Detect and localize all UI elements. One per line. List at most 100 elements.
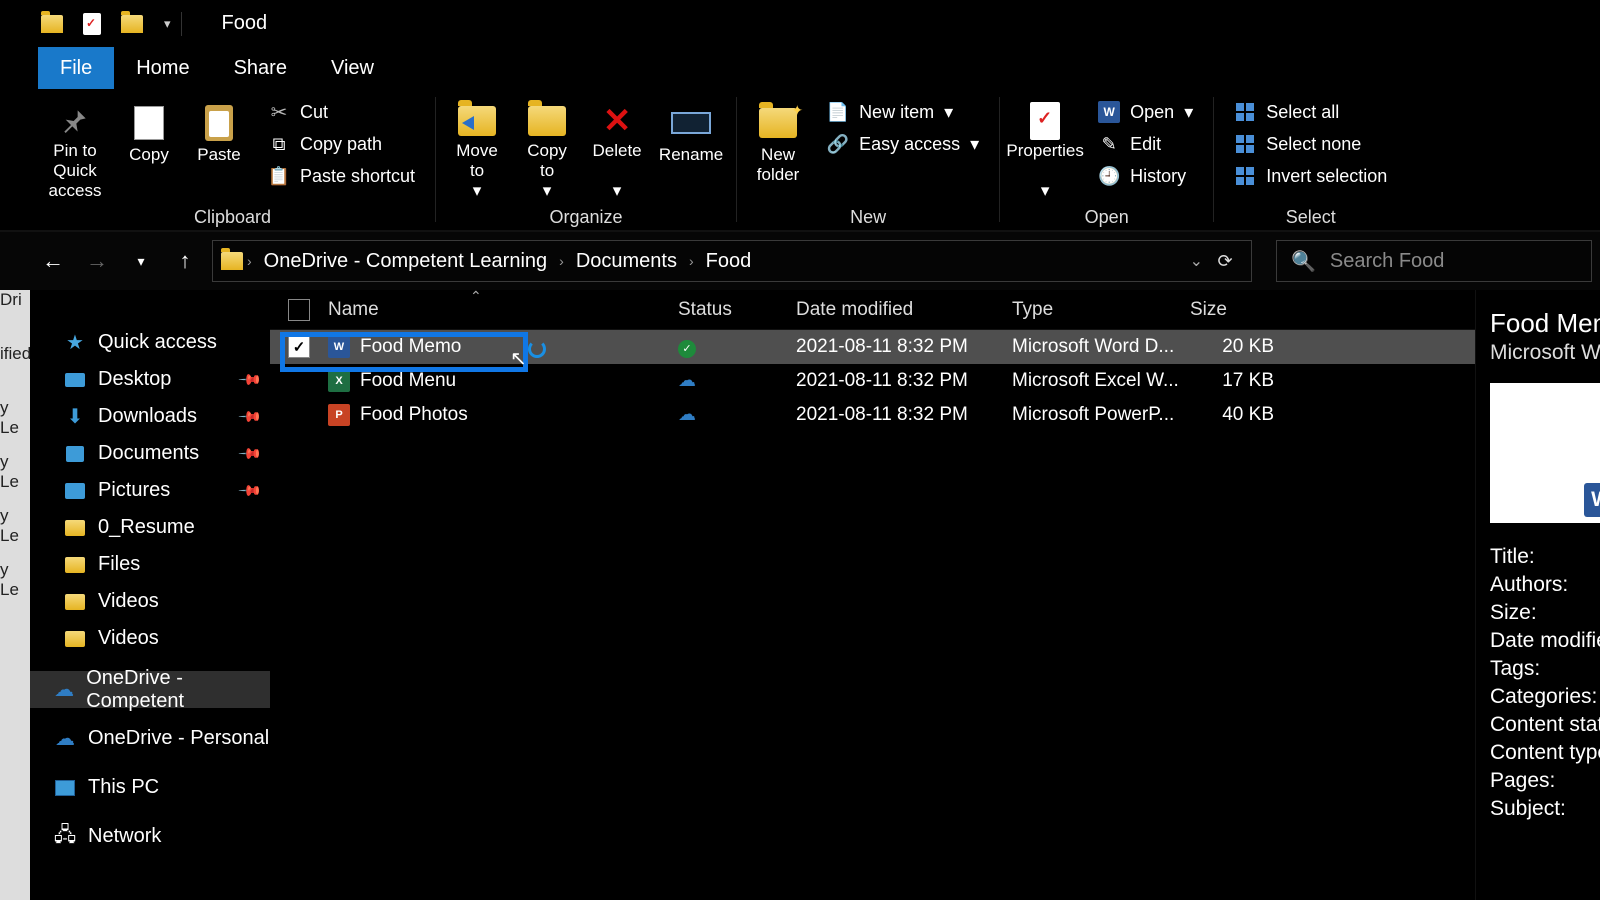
group-label: Select [1286,207,1336,228]
search-icon: 🔍 [1291,249,1316,274]
paste-button[interactable]: Paste [184,95,254,201]
select-all-checkbox[interactable] [288,299,310,321]
row-checkbox[interactable] [288,370,310,392]
forward-button[interactable]: → [80,244,114,278]
tab-home[interactable]: Home [114,47,211,89]
column-name[interactable]: Name [328,299,678,321]
copy-path-button[interactable]: ⧉Copy path [260,131,423,157]
rename-button[interactable]: Rename [652,95,730,201]
back-button[interactable]: ← [36,244,70,278]
cloud-icon: ☁ [54,728,76,750]
row-checkbox[interactable] [288,336,310,358]
history-button[interactable]: 🕘History [1090,163,1201,189]
sidebar-item-videos-2[interactable]: Videos [30,620,270,657]
properties-icon [1030,102,1060,140]
select-none-button[interactable]: Select none [1226,131,1395,157]
main-area: Dri ified y Le y Le y Le y Le ★Quick acc… [0,290,1600,900]
file-name: Food Photos [360,404,468,426]
easy-access-button[interactable]: 🔗Easy access ▾ [819,131,987,157]
tab-view[interactable]: View [309,47,396,89]
ribbon-tabs: File Home Share View [0,47,1600,89]
edit-button[interactable]: ✎Edit [1090,131,1201,157]
folder-icon [221,252,243,270]
file-size: 40 KB [1190,404,1280,426]
file-status: ☁ [678,404,796,426]
paste-shortcut-button[interactable]: 📋Paste shortcut [260,163,423,189]
file-date: 2021-08-11 8:32 PM [796,404,1012,426]
file-size: 17 KB [1190,370,1280,392]
up-button[interactable]: ↑ [168,244,202,278]
new-folder-button[interactable]: New folder [743,95,813,201]
window-title: Food [222,12,268,35]
cut-button[interactable]: ✂Cut [260,99,423,125]
network-icon: 🖧 [54,826,76,848]
recent-locations-button[interactable]: ▾ [124,244,158,278]
file-type: Microsoft Excel W... [1012,370,1190,392]
breadcrumb-food[interactable]: Food [698,250,760,273]
sidebar-item-desktop[interactable]: Desktop📌 [30,361,270,398]
sidebar-item-quick-access[interactable]: ★Quick access [30,324,270,361]
copy-button[interactable]: Copy [114,95,184,201]
details-subtitle: Microsoft Word [1490,341,1600,365]
details-title: Food Memo [1490,308,1600,339]
chevron-right-icon[interactable]: › [247,253,252,269]
open-button[interactable]: WOpen ▾ [1090,99,1201,125]
chevron-right-icon[interactable]: › [559,253,564,269]
invert-selection-button[interactable]: Invert selection [1226,163,1395,189]
pin-icon: 📌 [238,478,264,504]
column-status[interactable]: Status [678,299,796,321]
sort-indicator-icon: ⌃ [470,288,482,305]
folder-icon-2[interactable] [118,10,146,38]
rename-icon [671,112,711,134]
breadcrumb-onedrive[interactable]: OneDrive - Competent Learning [256,250,555,273]
sidebar-item-videos[interactable]: Videos [30,583,270,620]
sidebar-item-pictures[interactable]: Pictures📌 [30,472,270,509]
sidebar-item-files[interactable]: Files [30,546,270,583]
busy-cursor-icon [528,340,546,358]
group-label: Open [1085,207,1129,228]
chevron-right-icon[interactable]: › [689,253,694,269]
column-date[interactable]: Date modified [796,299,1012,321]
row-checkbox[interactable] [288,404,310,426]
delete-button[interactable]: ✕ Delete▾ [582,95,652,201]
chevron-down-icon[interactable]: ▾ [164,16,171,32]
invert-selection-icon [1234,165,1256,187]
address-bar[interactable]: ›OneDrive - Competent Learning›Documents… [212,240,1252,282]
file-size: 20 KB [1190,336,1280,358]
refresh-button[interactable]: ⟳ [1207,251,1243,272]
pin-to-quick-access-button[interactable]: Pin to Quick access [36,95,114,201]
sidebar-item-onedrive-competent[interactable]: ☁OneDrive - Competent [30,671,270,708]
properties-button[interactable]: Properties▾ [1006,95,1084,201]
file-row[interactable]: WFood Memo✓2021-08-11 8:32 PMMicrosoft W… [270,330,1475,364]
sidebar-item-this-pc[interactable]: This PC [30,769,270,806]
search-input[interactable]: 🔍 Search Food [1276,240,1592,282]
tab-share[interactable]: Share [212,47,309,89]
move-to-button[interactable]: Move to ▾ [442,95,512,201]
column-type[interactable]: Type [1012,299,1190,321]
sidebar-item-documents[interactable]: Documents📌 [30,435,270,472]
copy-to-button[interactable]: Copy to ▾ [512,95,582,201]
sidebar-item-network[interactable]: 🖧Network [30,818,270,855]
sidebar-item-onedrive-personal[interactable]: ☁OneDrive - Personal [30,720,270,757]
column-size[interactable]: Size [1190,299,1280,321]
file-row[interactable]: XFood Menu☁2021-08-11 8:32 PMMicrosoft E… [270,364,1475,398]
new-item-button[interactable]: 📄New item ▾ [819,99,987,125]
breadcrumb-documents[interactable]: Documents [568,250,685,273]
select-none-icon [1234,133,1256,155]
sidebar-item-downloads[interactable]: ⬇Downloads📌 [30,398,270,435]
copy-path-icon: ⧉ [268,133,290,155]
tab-file[interactable]: File [38,47,114,89]
save-icon[interactable] [78,10,106,38]
file-status: ✓ [678,336,796,358]
word-file-icon: W [328,336,350,358]
folder-icon [64,554,86,576]
delete-icon: ✕ [603,111,632,131]
chevron-down-icon[interactable]: ⌄ [1190,251,1203,271]
sidebar-item-resume[interactable]: 0_Resume [30,509,270,546]
file-row[interactable]: PFood Photos☁2021-08-11 8:32 PMMicrosoft… [270,398,1475,432]
folder-icon [64,517,86,539]
select-all-button[interactable]: Select all [1226,99,1395,125]
pc-icon [54,777,76,799]
word-icon: W [1098,101,1120,123]
search-placeholder: Search Food [1330,250,1445,273]
